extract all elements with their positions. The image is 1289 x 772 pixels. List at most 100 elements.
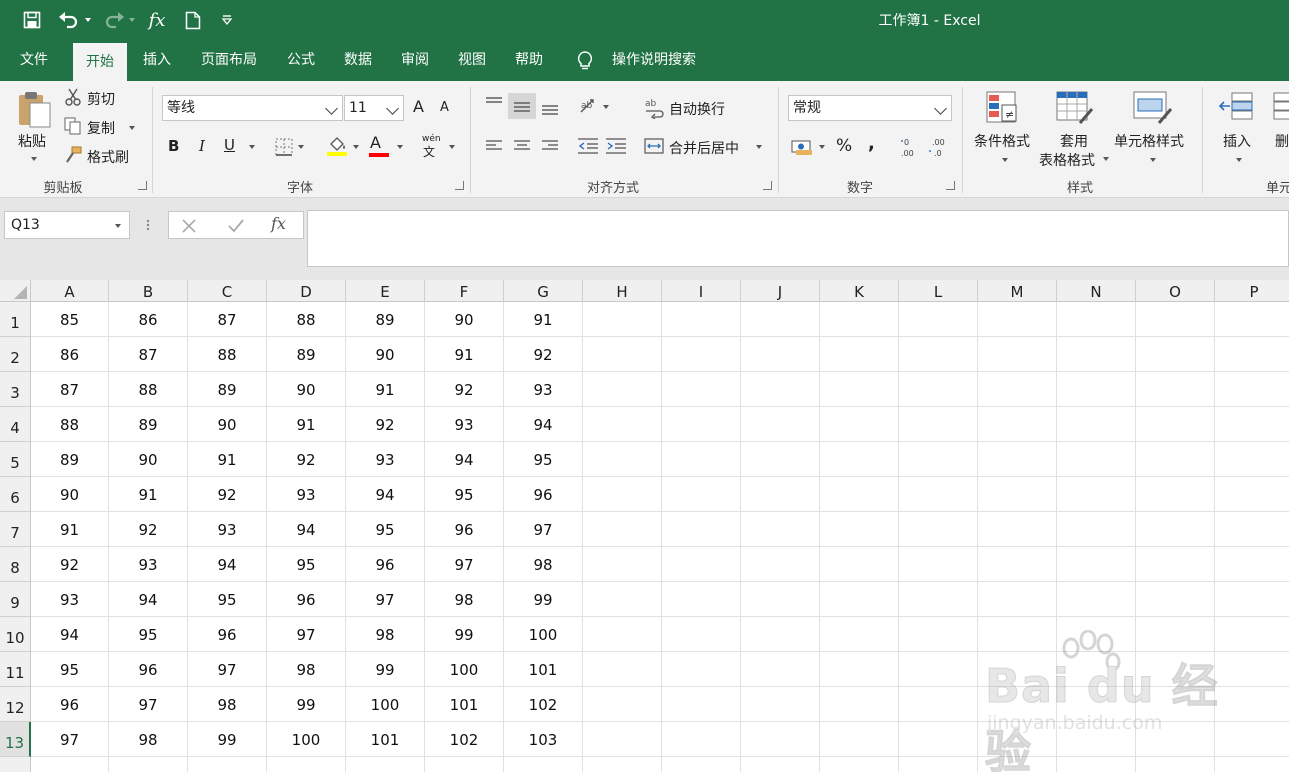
- decrease-font-size-icon[interactable]: A: [440, 100, 449, 115]
- insert-cells-icon[interactable]: [1218, 91, 1254, 121]
- cell-k7[interactable]: [820, 512, 899, 547]
- cell-o7[interactable]: [1136, 512, 1215, 547]
- cell-a9[interactable]: 93: [31, 582, 109, 617]
- cell-b11[interactable]: 96: [109, 652, 188, 687]
- cell-i10[interactable]: [662, 617, 741, 652]
- cell-c5[interactable]: 91: [188, 442, 267, 477]
- cell-n13[interactable]: [1057, 722, 1136, 757]
- cell-e3[interactable]: 91: [346, 372, 425, 407]
- cell-e9[interactable]: 97: [346, 582, 425, 617]
- format-as-table-label-2[interactable]: 表格格式: [1039, 150, 1095, 170]
- align-middle-icon[interactable]: [508, 93, 536, 119]
- cell-i5[interactable]: [662, 442, 741, 477]
- cell-n12[interactable]: [1057, 687, 1136, 722]
- cell-f3[interactable]: 92: [425, 372, 504, 407]
- cell-p7[interactable]: [1215, 512, 1289, 547]
- cancel-icon[interactable]: [181, 218, 197, 234]
- cell-m1[interactable]: [978, 302, 1057, 337]
- cell-m9[interactable]: [978, 582, 1057, 617]
- cell-o3[interactable]: [1136, 372, 1215, 407]
- increase-indent-icon[interactable]: [606, 137, 626, 155]
- column-header-g[interactable]: G: [504, 280, 583, 302]
- cell-f8[interactable]: 97: [425, 547, 504, 582]
- wrap-text-label[interactable]: 自动换行: [669, 99, 725, 119]
- cell-n7[interactable]: [1057, 512, 1136, 547]
- cell-j8[interactable]: [741, 547, 820, 582]
- cell-n4[interactable]: [1057, 407, 1136, 442]
- cell-h12[interactable]: [583, 687, 662, 722]
- cell-h9[interactable]: [583, 582, 662, 617]
- cell-m5[interactable]: [978, 442, 1057, 477]
- cell-k1[interactable]: [820, 302, 899, 337]
- delete-cells-icon[interactable]: [1272, 91, 1289, 121]
- cell-i11[interactable]: [662, 652, 741, 687]
- cell-c6[interactable]: 92: [188, 477, 267, 512]
- select-all-button[interactable]: [0, 280, 31, 302]
- cell-f11[interactable]: 100: [425, 652, 504, 687]
- cell-l8[interactable]: [899, 547, 978, 582]
- cell-l5[interactable]: [899, 442, 978, 477]
- cell-h5[interactable]: [583, 442, 662, 477]
- cell-e11[interactable]: 99: [346, 652, 425, 687]
- cell-d10[interactable]: 97: [267, 617, 346, 652]
- cell-c12[interactable]: 98: [188, 687, 267, 722]
- cell-g8[interactable]: 98: [504, 547, 583, 582]
- lightbulb-icon[interactable]: [574, 50, 596, 72]
- font-size-combo[interactable]: 11: [344, 95, 404, 121]
- cell-o9[interactable]: [1136, 582, 1215, 617]
- paste-dropdown-icon[interactable]: [31, 157, 37, 161]
- cell-f12[interactable]: 101: [425, 687, 504, 722]
- cell-k2[interactable]: [820, 337, 899, 372]
- cell-n11[interactable]: [1057, 652, 1136, 687]
- delete-cells-label[interactable]: 删: [1275, 131, 1289, 151]
- decrease-indent-icon[interactable]: [578, 137, 598, 155]
- cell-f13[interactable]: 102: [425, 722, 504, 757]
- cell-i1[interactable]: [662, 302, 741, 337]
- cell-g2[interactable]: 92: [504, 337, 583, 372]
- cell-p11[interactable]: [1215, 652, 1289, 687]
- cell-h14[interactable]: [583, 757, 662, 772]
- cell-a12[interactable]: 96: [31, 687, 109, 722]
- row-header-6[interactable]: 6: [0, 477, 31, 512]
- cell-a4[interactable]: 88: [31, 407, 109, 442]
- increase-decimal-icon[interactable]: 0.00: [900, 136, 922, 158]
- format-as-table-label-1[interactable]: 套用: [1060, 131, 1088, 151]
- conditional-dropdown-icon[interactable]: [1002, 158, 1008, 162]
- cell-h6[interactable]: [583, 477, 662, 512]
- cell-f5[interactable]: 94: [425, 442, 504, 477]
- decrease-decimal-icon[interactable]: .00.0: [928, 136, 950, 158]
- cell-f14[interactable]: [425, 757, 504, 772]
- cell-m14[interactable]: [978, 757, 1057, 772]
- cell-j11[interactable]: [741, 652, 820, 687]
- cell-n5[interactable]: [1057, 442, 1136, 477]
- cell-o1[interactable]: [1136, 302, 1215, 337]
- cell-d6[interactable]: 93: [267, 477, 346, 512]
- cell-k10[interactable]: [820, 617, 899, 652]
- column-header-c[interactable]: C: [188, 280, 267, 302]
- cell-h7[interactable]: [583, 512, 662, 547]
- cell-g6[interactable]: 96: [504, 477, 583, 512]
- phonetic-dropdown-icon[interactable]: [449, 145, 455, 149]
- cell-d8[interactable]: 95: [267, 547, 346, 582]
- cell-e12[interactable]: 100: [346, 687, 425, 722]
- cell-b4[interactable]: 89: [109, 407, 188, 442]
- cell-o5[interactable]: [1136, 442, 1215, 477]
- cell-e10[interactable]: 98: [346, 617, 425, 652]
- cell-f2[interactable]: 91: [425, 337, 504, 372]
- cell-j12[interactable]: [741, 687, 820, 722]
- cell-d14[interactable]: [267, 757, 346, 772]
- accounting-dropdown-icon[interactable]: [819, 145, 825, 149]
- border-icon[interactable]: [275, 138, 293, 156]
- cell-e4[interactable]: 92: [346, 407, 425, 442]
- column-header-b[interactable]: B: [109, 280, 188, 302]
- tab-review[interactable]: 审阅: [392, 40, 438, 81]
- cell-k5[interactable]: [820, 442, 899, 477]
- cell-m11[interactable]: [978, 652, 1057, 687]
- cell-k4[interactable]: [820, 407, 899, 442]
- cell-m12[interactable]: [978, 687, 1057, 722]
- cell-f6[interactable]: 95: [425, 477, 504, 512]
- cut-label[interactable]: 剪切: [87, 89, 115, 109]
- cell-a6[interactable]: 90: [31, 477, 109, 512]
- tab-formulas[interactable]: 公式: [278, 40, 324, 81]
- insert-cells-label[interactable]: 插入: [1223, 131, 1251, 151]
